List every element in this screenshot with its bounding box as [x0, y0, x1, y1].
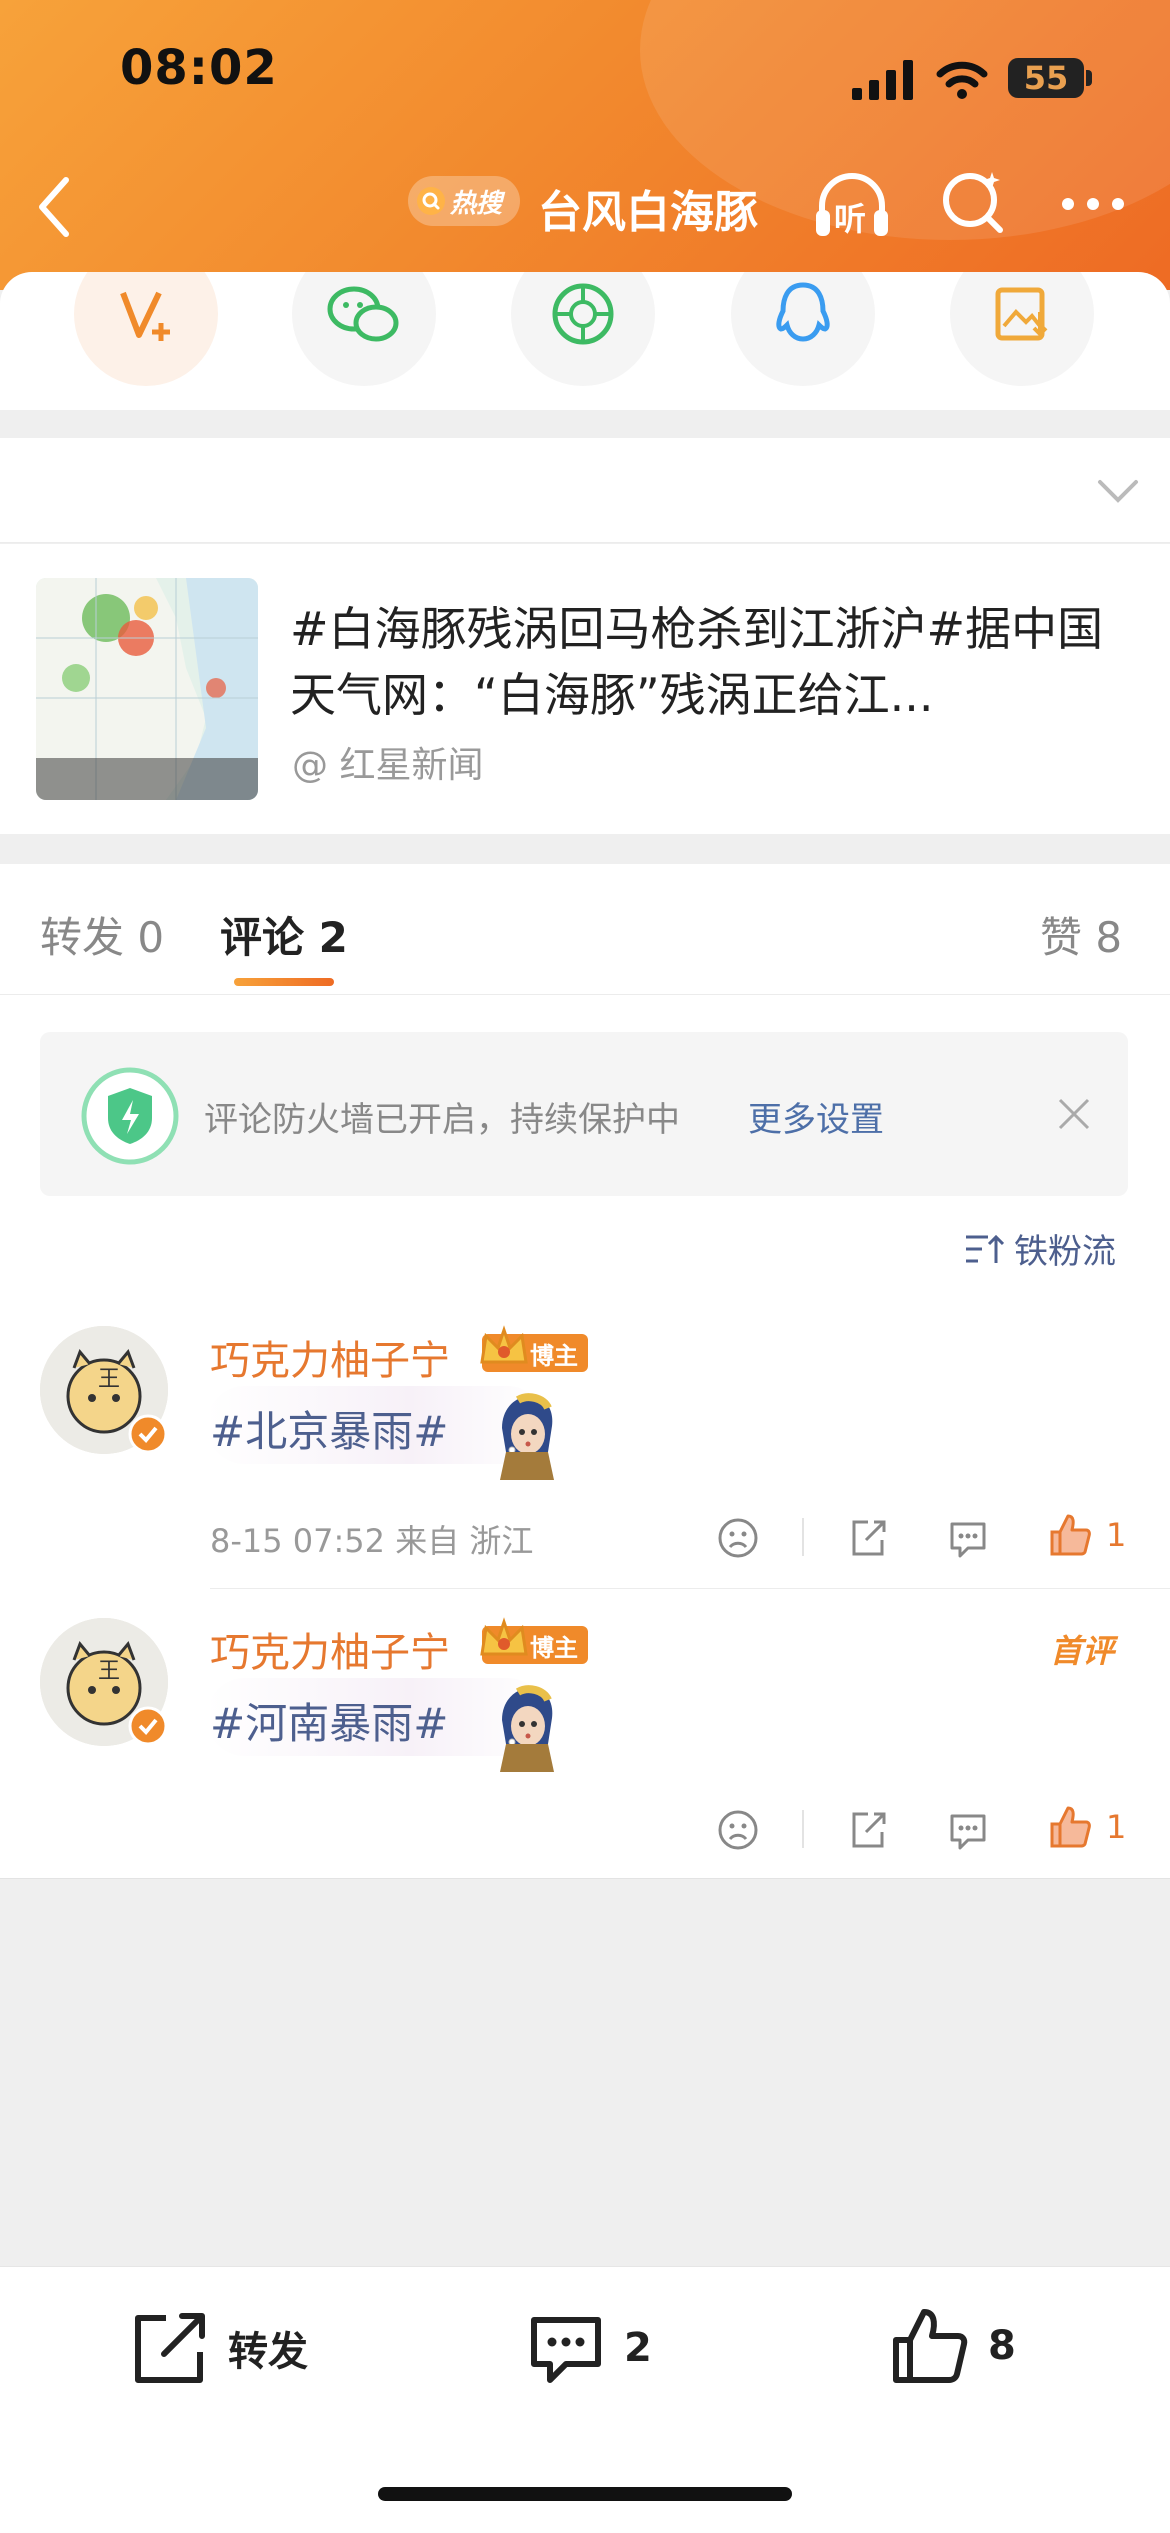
comment-bubble-icon	[531, 2317, 601, 2383]
crown-icon	[480, 1617, 528, 1656]
save-image-icon	[995, 287, 1048, 341]
firewall-text: 评论防火墙已开启，持续保护中	[204, 1100, 680, 1140]
status-time: 08:02	[120, 40, 278, 96]
bottom-repost-label: 转发	[228, 2329, 308, 2375]
blogger-badge-label: 博主	[530, 1341, 578, 1370]
share-icon[interactable]	[846, 1516, 890, 1560]
bottom-repost-button[interactable]: 转发	[130, 2310, 308, 2386]
sort-label: 铁粉流	[1014, 1232, 1116, 1272]
bottom-comment-count: 2	[624, 2325, 652, 2371]
share-icon[interactable]	[846, 1808, 890, 1852]
battery-tip	[1086, 70, 1092, 86]
repost-icon	[135, 2313, 205, 2383]
crown-icon	[480, 1325, 528, 1364]
back-icon[interactable]	[34, 176, 74, 238]
search-small-icon	[417, 187, 445, 215]
share-qq[interactable]	[731, 272, 875, 386]
chevron-down-icon[interactable]	[1096, 478, 1140, 504]
comment-icon[interactable]	[946, 1516, 990, 1560]
post-text: #白海豚残涡回马枪杀到江浙沪#据中国天气网：“白海豚”残涡正给江...	[290, 602, 1104, 722]
comment-username[interactable]: 巧克力柚子宁	[210, 1328, 450, 1386]
tab-comment[interactable]: 评论 2	[220, 904, 348, 965]
girl-with-pearl-sticker-icon	[500, 1393, 554, 1480]
svg-text:王: 王	[98, 1367, 120, 1392]
dislike-face-icon[interactable]	[716, 1516, 760, 1560]
first-comment-label: 首评	[1050, 1632, 1115, 1670]
post-thumbnail	[36, 578, 258, 800]
like-thumb-icon[interactable]	[1048, 1804, 1092, 1850]
comment-username[interactable]: 巧克力柚子宁	[210, 1620, 450, 1678]
dislike-face-icon[interactable]	[716, 1808, 760, 1852]
moments-icon	[552, 283, 614, 345]
svg-text:王: 王	[98, 1659, 120, 1684]
vplus-icon	[120, 291, 170, 341]
listen-label: 听	[834, 200, 867, 238]
thumbs-up-icon	[893, 2309, 968, 2383]
like-thumb-icon[interactable]	[1048, 1512, 1092, 1558]
sort-button[interactable]: 铁粉流	[964, 1224, 1116, 1273]
blogger-badge: 博主	[480, 1325, 588, 1372]
comment-like-count: 1	[1106, 1808, 1127, 1846]
listen-button[interactable]: 听	[812, 168, 892, 240]
search-icon[interactable]	[940, 168, 1006, 234]
qq-icon	[776, 282, 830, 342]
tabs-divider	[0, 994, 1170, 995]
comment-topic[interactable]: #河南暴雨#	[210, 1690, 448, 1751]
tab-repost[interactable]: 转发 0	[40, 904, 164, 965]
more-icon[interactable]	[1060, 196, 1126, 212]
weather-map-image	[36, 578, 258, 800]
blogger-badge-label: 博主	[530, 1633, 578, 1662]
page-title: 台风白海豚	[538, 187, 758, 238]
action-divider	[802, 1518, 804, 1556]
share-wechat[interactable]	[292, 272, 436, 386]
comment-icon[interactable]	[946, 1808, 990, 1852]
sort-icon	[966, 1234, 1004, 1263]
girl-with-pearl-sticker-icon	[500, 1685, 554, 1772]
verified-badge-icon	[128, 1414, 168, 1454]
comment-meta: 8-15 07:52 来自 浙江	[210, 1522, 534, 1560]
share-save-image[interactable]	[950, 272, 1094, 386]
bottom-comment-button[interactable]: 2	[526, 2310, 652, 2386]
signal-icon	[852, 60, 913, 100]
share-moments[interactable]	[511, 272, 655, 386]
hot-badge-label: 热搜	[450, 188, 503, 219]
comment-divider	[210, 1588, 1170, 1589]
wechat-icon	[327, 286, 399, 342]
comment-like-count: 1	[1106, 1516, 1127, 1554]
wifi-icon	[936, 61, 988, 99]
bottom-like-count: 8	[988, 2323, 1016, 2369]
blogger-badge: 博主	[480, 1617, 588, 1664]
share-sheet	[0, 272, 1170, 410]
hot-search-badge[interactable]: 热搜	[408, 176, 520, 226]
home-indicator	[378, 2487, 792, 2501]
post-source[interactable]: @ 红星新闻	[292, 736, 483, 788]
tab-like[interactable]: 赞 8	[1040, 904, 1122, 965]
bottom-like-button[interactable]: 8	[890, 2306, 1016, 2386]
close-icon[interactable]	[1056, 1096, 1092, 1132]
battery-indicator: 55	[1008, 58, 1084, 98]
comment-topic[interactable]: #北京暴雨#	[210, 1398, 448, 1459]
tab-active-indicator	[234, 978, 334, 986]
verified-badge-icon	[128, 1706, 168, 1746]
firewall-settings-link[interactable]: 更多设置	[748, 1092, 884, 1141]
share-vplus[interactable]	[74, 272, 218, 386]
collapse-row	[0, 438, 1170, 543]
action-divider	[802, 1810, 804, 1848]
list-end-divider	[0, 1878, 1170, 1879]
shield-icon	[81, 1067, 179, 1165]
